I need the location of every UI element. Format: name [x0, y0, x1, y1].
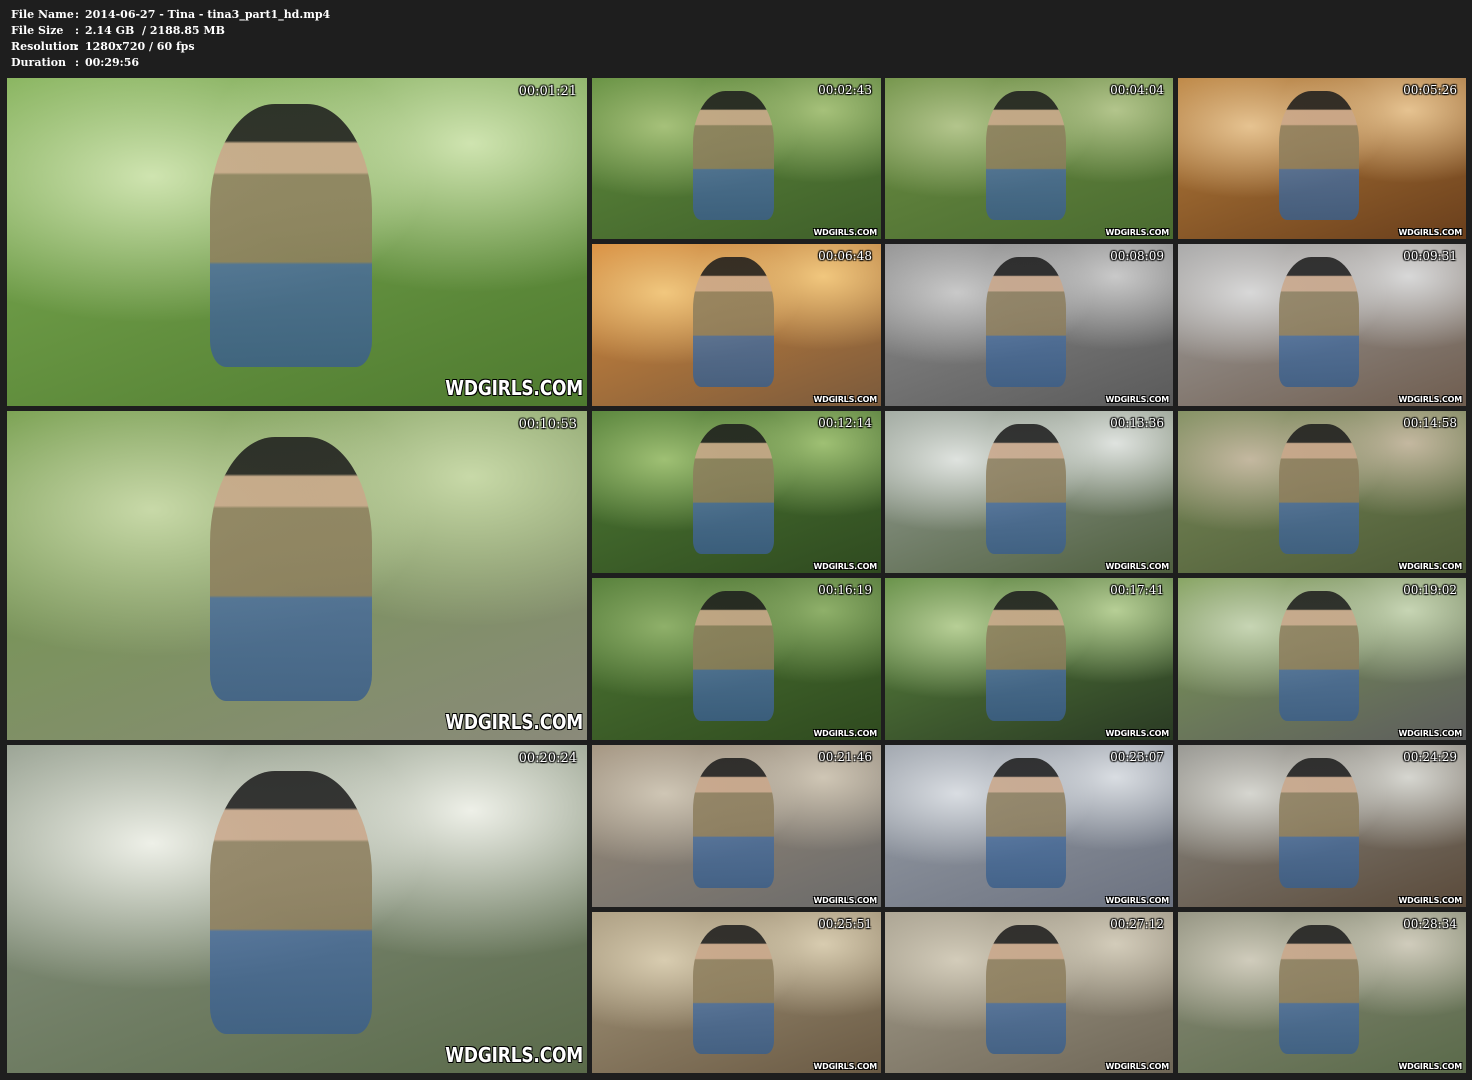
- watermark-logo: WDGIRLS.COM: [445, 376, 583, 400]
- watermark-logo: WDGIRLS.COM: [445, 1043, 583, 1067]
- thumbnail-timestamp: 00:02:43: [818, 83, 872, 97]
- watermark-logo: WDGIRLS.COM: [813, 395, 878, 404]
- video-thumbnail: 00:23:07 WDGIRLS.COM: [885, 745, 1173, 907]
- watermark-logo: WDGIRLS.COM: [1398, 729, 1463, 738]
- person-figure: [985, 256, 1067, 387]
- person-figure: [985, 590, 1067, 721]
- video-thumbnail: 00:08:09 WDGIRLS.COM: [885, 244, 1173, 406]
- watermark-logo: WDGIRLS.COM: [1398, 228, 1463, 237]
- person-figure: [1278, 423, 1360, 554]
- person-figure: [693, 924, 775, 1054]
- thumbnail-timestamp: 00:23:07: [1110, 750, 1164, 764]
- video-thumbnail: 00:05:26 WDGIRLS.COM: [1178, 78, 1466, 239]
- video-thumbnail: 00:19:02 WDGIRLS.COM: [1178, 578, 1466, 740]
- video-thumbnail: 00:14:58 WDGIRLS.COM: [1178, 411, 1466, 573]
- person-figure: [1278, 590, 1360, 721]
- watermark-logo: WDGIRLS.COM: [1398, 896, 1463, 905]
- person-figure: [1278, 757, 1360, 888]
- watermark-logo: WDGIRLS.COM: [813, 228, 878, 237]
- thumbnail-grid: 00:01:21 WDGIRLS.COM 00:02:43 WDGIRLS.COM 00…: [0, 0, 1472, 1080]
- person-figure: [693, 590, 775, 721]
- watermark-logo: WDGIRLS.COM: [813, 562, 878, 571]
- thumbnail-timestamp: 00:28:34: [1403, 917, 1457, 931]
- thumbnail-timestamp: 00:13:36: [1110, 416, 1164, 430]
- person-figure: [1278, 256, 1360, 387]
- person-figure: [693, 423, 775, 554]
- person-figure: [985, 924, 1067, 1054]
- thumbnail-timestamp: 00:04:04: [1110, 83, 1164, 97]
- video-thumbnail: 00:02:43 WDGIRLS.COM: [592, 78, 881, 239]
- person-figure: [1278, 924, 1360, 1054]
- video-thumbnail: 00:21:46 WDGIRLS.COM: [592, 745, 881, 907]
- thumbnail-timestamp: 00:05:26: [1403, 83, 1457, 97]
- thumbnail-timestamp: 00:06:48: [818, 249, 872, 263]
- person-figure: [693, 256, 775, 387]
- video-thumbnail: 00:06:48 WDGIRLS.COM: [592, 244, 881, 406]
- video-thumbnail: 00:10:53 WDGIRLS.COM: [7, 411, 587, 740]
- thumbnail-timestamp: 00:20:24: [518, 751, 577, 766]
- person-figure: [210, 437, 373, 701]
- thumbnail-timestamp: 00:17:41: [1110, 583, 1164, 597]
- watermark-logo: WDGIRLS.COM: [1105, 729, 1170, 738]
- video-thumbnail: 00:09:31 WDGIRLS.COM: [1178, 244, 1466, 406]
- watermark-logo: WDGIRLS.COM: [445, 710, 583, 734]
- watermark-logo: WDGIRLS.COM: [813, 1062, 878, 1071]
- thumbnail-timestamp: 00:10:53: [518, 417, 577, 432]
- video-thumbnail: 00:27:12 WDGIRLS.COM: [885, 912, 1173, 1073]
- video-thumbnail: 00:04:04 WDGIRLS.COM: [885, 78, 1173, 239]
- video-thumbnail: 00:28:34 WDGIRLS.COM: [1178, 912, 1466, 1073]
- person-figure: [985, 423, 1067, 554]
- thumbnail-timestamp: 00:21:46: [818, 750, 872, 764]
- watermark-logo: WDGIRLS.COM: [813, 896, 878, 905]
- thumbnail-timestamp: 00:27:12: [1110, 917, 1164, 931]
- person-figure: [210, 104, 373, 367]
- video-thumbnail: 00:20:24 WDGIRLS.COM: [7, 745, 587, 1073]
- watermark-logo: WDGIRLS.COM: [1398, 395, 1463, 404]
- video-thumbnail: 00:12:14 WDGIRLS.COM: [592, 411, 881, 573]
- thumbnail-timestamp: 00:16:19: [818, 583, 872, 597]
- person-figure: [1278, 90, 1360, 220]
- thumbnail-timestamp: 00:01:21: [518, 84, 577, 99]
- video-thumbnail: 00:01:21 WDGIRLS.COM: [7, 78, 587, 406]
- watermark-logo: WDGIRLS.COM: [1105, 228, 1170, 237]
- video-thumbnail: 00:16:19 WDGIRLS.COM: [592, 578, 881, 740]
- video-thumbnail: 00:24:29 WDGIRLS.COM: [1178, 745, 1466, 907]
- thumbnail-timestamp: 00:09:31: [1403, 249, 1457, 263]
- thumbnail-timestamp: 00:14:58: [1403, 416, 1457, 430]
- person-figure: [693, 90, 775, 220]
- watermark-logo: WDGIRLS.COM: [1398, 562, 1463, 571]
- person-figure: [985, 757, 1067, 888]
- thumbnail-timestamp: 00:25:51: [818, 917, 872, 931]
- watermark-logo: WDGIRLS.COM: [1105, 1062, 1170, 1071]
- person-figure: [985, 90, 1067, 220]
- thumbnail-timestamp: 00:19:02: [1403, 583, 1457, 597]
- watermark-logo: WDGIRLS.COM: [1105, 896, 1170, 905]
- person-figure: [693, 757, 775, 888]
- thumbnail-timestamp: 00:08:09: [1110, 249, 1164, 263]
- watermark-logo: WDGIRLS.COM: [813, 729, 878, 738]
- video-thumbnail: 00:17:41 WDGIRLS.COM: [885, 578, 1173, 740]
- watermark-logo: WDGIRLS.COM: [1105, 562, 1170, 571]
- video-thumbnail: 00:13:36 WDGIRLS.COM: [885, 411, 1173, 573]
- thumbnail-timestamp: 00:12:14: [818, 416, 872, 430]
- watermark-logo: WDGIRLS.COM: [1105, 395, 1170, 404]
- person-figure: [210, 771, 373, 1034]
- video-thumbnail: 00:25:51 WDGIRLS.COM: [592, 912, 881, 1073]
- thumbnail-timestamp: 00:24:29: [1403, 750, 1457, 764]
- watermark-logo: WDGIRLS.COM: [1398, 1062, 1463, 1071]
